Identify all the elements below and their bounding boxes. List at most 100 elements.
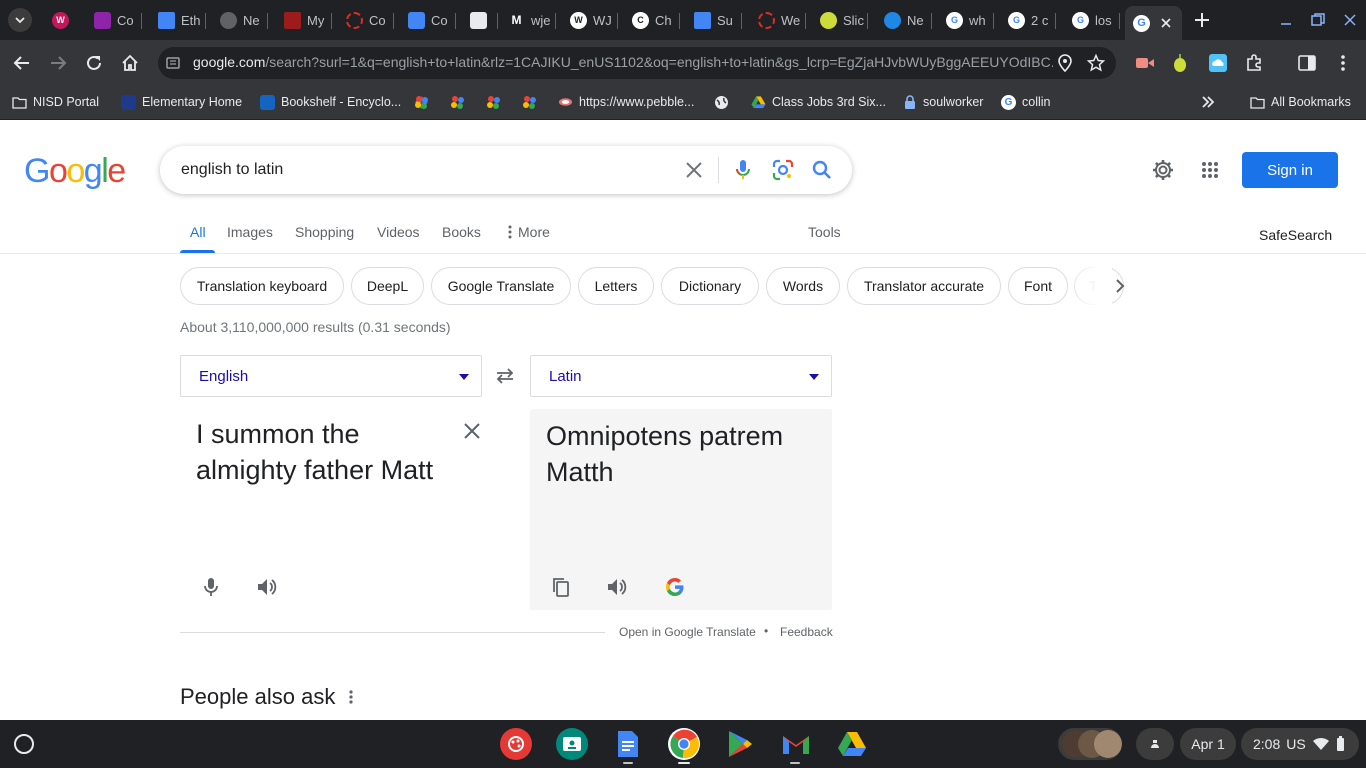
screen-capture-tray-button[interactable] — [1136, 728, 1174, 760]
reload-button[interactable] — [82, 51, 106, 75]
tab-books[interactable]: Books — [442, 224, 481, 240]
search-input[interactable]: english to latin — [181, 161, 283, 179]
google-apps-button[interactable] — [1198, 158, 1222, 182]
browser-tab[interactable]: W WJ — [562, 6, 618, 34]
bookmark-item[interactable] — [450, 92, 465, 112]
suggestion-chip[interactable]: Words — [766, 267, 840, 305]
site-info-icon[interactable] — [164, 54, 182, 72]
clear-source-button[interactable] — [460, 419, 484, 443]
google-logo[interactable]: Google — [24, 152, 126, 191]
settings-button[interactable] — [1151, 158, 1175, 182]
browser-tab[interactable]: Slic — [812, 6, 868, 34]
launcher-button[interactable] — [14, 734, 34, 754]
tab-more[interactable]: More — [508, 224, 550, 240]
sign-in-button[interactable]: Sign in — [1242, 152, 1338, 188]
bookmark-item[interactable]: Class Jobs 3rd Six... — [751, 92, 886, 112]
suggestion-chip[interactable]: Dictionary — [661, 267, 759, 305]
bookmark-item[interactable]: soulworker — [902, 92, 983, 112]
location-icon[interactable] — [1054, 52, 1076, 74]
bookmark-item[interactable] — [714, 92, 729, 112]
suggestion-chip[interactable]: Translator accurate — [847, 267, 1001, 305]
home-button[interactable] — [118, 51, 142, 75]
forward-button[interactable] — [46, 51, 70, 75]
browser-tab[interactable]: Eth — [150, 6, 206, 34]
docs-app-icon[interactable] — [612, 728, 644, 760]
classroom-app-icon[interactable] — [556, 728, 588, 760]
bookmark-item[interactable]: https://www.pebble... — [558, 92, 694, 112]
bookmark-item[interactable]: Bookshelf - Encyclo... — [260, 92, 401, 112]
canvas-app-icon[interactable] — [500, 728, 532, 760]
all-bookmarks-button[interactable]: All Bookmarks — [1250, 92, 1351, 112]
extensions-puzzle-icon[interactable] — [1243, 52, 1265, 74]
tools-button[interactable]: Tools — [808, 224, 841, 240]
search-button[interactable] — [810, 158, 834, 182]
lens-search-button[interactable] — [771, 158, 795, 182]
chips-next-button[interactable] — [1108, 274, 1132, 298]
browser-tab[interactable]: Co — [400, 6, 456, 34]
browser-tab[interactable]: Gwh — [938, 6, 994, 34]
date-tray-button[interactable]: Apr 1 — [1180, 728, 1236, 760]
new-tab-button[interactable] — [1190, 8, 1214, 32]
browser-tab[interactable]: Glos — [1064, 6, 1120, 34]
source-voice-input-button[interactable] — [199, 575, 223, 599]
suggestion-chip[interactable]: Translation keyboard — [180, 267, 344, 305]
suggestion-chip[interactable]: Google Translate — [431, 267, 571, 305]
target-language-select[interactable]: Latin — [530, 355, 832, 397]
bookmark-item[interactable]: Elementary Home — [121, 92, 242, 112]
browser-tab[interactable]: C Ch — [624, 6, 680, 34]
close-tab-icon[interactable] — [1160, 17, 1172, 29]
tab-images[interactable]: Images — [227, 224, 273, 240]
back-button[interactable] — [10, 51, 34, 75]
screencastify-extension-icon[interactable] — [1134, 52, 1156, 74]
source-listen-button[interactable] — [255, 575, 279, 599]
close-window-button[interactable] — [1338, 8, 1362, 32]
suggestion-chip[interactable]: Font — [1008, 267, 1068, 305]
tab-shopping[interactable]: Shopping — [295, 224, 354, 240]
more-bookmarks-button[interactable] — [1201, 92, 1215, 112]
browser-tab[interactable]: Co — [86, 6, 142, 34]
swap-languages-button[interactable] — [493, 364, 517, 388]
browser-tab[interactable]: Co — [338, 6, 394, 34]
open-in-google-translate-link[interactable]: Open in Google Translate — [619, 625, 756, 639]
browser-tab[interactable]: G2 c — [1000, 6, 1056, 34]
browser-tab[interactable]: Ne — [212, 6, 268, 34]
play-store-app-icon[interactable] — [724, 728, 756, 760]
bookmark-item[interactable]: Gcollin — [1001, 92, 1051, 112]
voice-search-button[interactable] — [731, 158, 755, 182]
source-language-select[interactable]: English — [180, 355, 482, 397]
browser-tab[interactable]: My — [276, 6, 332, 34]
source-text-input[interactable]: I summon the almighty father Matt — [196, 416, 456, 488]
browser-tab[interactable]: Su — [686, 6, 742, 34]
bookmark-item[interactable] — [414, 92, 429, 112]
google-translate-logo-icon[interactable] — [663, 575, 687, 599]
restore-button[interactable] — [1306, 8, 1330, 32]
clear-search-button[interactable] — [682, 158, 706, 182]
bookmark-star-icon[interactable] — [1085, 52, 1107, 74]
bookmark-item[interactable] — [522, 92, 537, 112]
tab-videos[interactable]: Videos — [377, 224, 420, 240]
suggestion-chip[interactable]: Letters — [578, 267, 654, 305]
tote-holding-space[interactable] — [1058, 728, 1122, 760]
cloud-extension-icon[interactable] — [1207, 52, 1229, 74]
tab-search-button[interactable] — [8, 8, 32, 32]
active-tab[interactable]: G — [1125, 6, 1182, 40]
bookmark-item[interactable] — [486, 92, 501, 112]
status-area[interactable]: 2:08 US — [1241, 728, 1359, 760]
chrome-app-icon[interactable] — [668, 728, 700, 760]
browser-tab[interactable]: We — [750, 6, 806, 34]
side-panel-icon[interactable] — [1296, 52, 1318, 74]
safesearch-button[interactable]: SafeSearch — [1259, 227, 1332, 243]
suggestion-chip[interactable]: DeepL — [351, 267, 424, 305]
people-also-ask-menu-button[interactable] — [341, 687, 361, 707]
browser-tab[interactable] — [462, 6, 498, 34]
browser-tab[interactable]: Mwje — [500, 6, 556, 34]
copy-translation-button[interactable] — [549, 575, 573, 599]
bookmark-item[interactable]: NISD Portal — [12, 92, 99, 112]
gmail-app-icon[interactable] — [780, 728, 812, 760]
lemon-extension-icon[interactable] — [1169, 52, 1191, 74]
browser-menu-icon[interactable] — [1332, 52, 1354, 74]
tab-all[interactable]: All — [190, 224, 206, 240]
target-listen-button[interactable] — [605, 575, 629, 599]
browser-tab[interactable]: Ne — [876, 6, 932, 34]
drive-app-icon[interactable] — [836, 728, 868, 760]
